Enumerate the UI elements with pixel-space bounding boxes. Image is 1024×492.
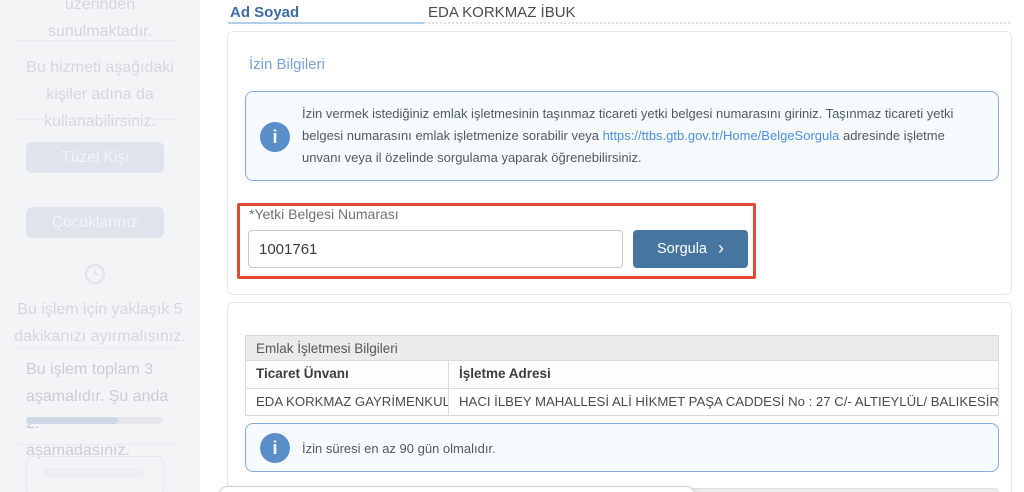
table-row: EDA KORKMAZ GAYRİMENKUL HACI İLBEY MAHAL… [246, 388, 998, 415]
table-caption: Emlak İşletmesi Bilgileri [246, 336, 998, 361]
sidebar-duration-line: Bu işlem için yaklaşık 5 [17, 301, 183, 318]
emlak-isletmesi-panel: Emlak İşletmesi Bilgileri Ticaret Ünvanı… [227, 302, 1012, 492]
sidebar-usage-note: Bu hizmeti aşağıdaki kişiler adına da ku… [8, 54, 192, 135]
yetki-belgesi-input[interactable] [248, 230, 623, 268]
chevron-right-icon: › [717, 238, 724, 258]
sidebar-steps-note: Bu işlem toplam 3 aşamalıdır. Şu anda 2.… [26, 356, 176, 464]
info-box: i İzin süresi en az 90 gün olmalıdır. [245, 423, 999, 472]
sidebar: üzerinden sunulmaktadır. Bu hizmeti aşağ… [0, 0, 200, 492]
sidebar-usage-line: kullanabilirsiniz. [43, 113, 157, 130]
field-underline [228, 22, 424, 24]
cocuklariniz-button[interactable]: Çocuklarınız [26, 207, 164, 238]
ad-soyad-label: Ad Soyad [230, 4, 300, 21]
progress-bar [26, 417, 163, 424]
table-header-ticaret-unvani: Ticaret Ünvanı [246, 361, 449, 388]
section-title: İzin Bilgileri [249, 56, 325, 73]
table-header-row: Ticaret Ünvanı İşletme Adresi [246, 361, 998, 388]
sidebar-intro-text: üzerinden sunulmaktadır. [8, 0, 192, 45]
info-box-text: İzin süresi en az 90 gün olmalıdır. [302, 441, 496, 456]
belge-sorgula-link[interactable]: https://ttbs.gtb.gov.tr/Home/BelgeSorgul… [603, 128, 840, 143]
table-cell-ticaret-unvani: EDA KORKMAZ GAYRİMENKUL [246, 389, 449, 415]
sidebar-steps-line: Bu işlem toplam 3 [26, 361, 154, 378]
emlak-isletmesi-table: Emlak İşletmesi Bilgileri Ticaret Ünvanı… [245, 335, 999, 416]
izin-bilgileri-panel: İzin Bilgileri i İzin vermek istediğiniz… [227, 31, 1012, 295]
info-icon: i [260, 433, 290, 463]
yetki-belgesi-label: *Yetki Belgesi Numarası [249, 206, 399, 222]
sidebar-duration-note: Bu işlem için yaklaşık 5 dakikanızı ayır… [8, 296, 192, 350]
sidebar-steps-line: aşamalıdır. Şu anda 2. [26, 388, 169, 432]
sidebar-divider [17, 444, 177, 445]
progress-fill [26, 417, 118, 424]
sorgula-button[interactable]: Sorgula › [633, 230, 748, 268]
info-box: i İzin vermek istediğiniz emlak işletmes… [245, 91, 999, 181]
bottom-popup-panel [218, 486, 696, 492]
sidebar-duration-line: dakikanızı ayırmalısınız. [14, 328, 186, 345]
tuzel-kisi-button[interactable]: Tüzel Kişi [26, 142, 164, 173]
info-box-text: İzin vermek istediğiniz emlak işletmesin… [302, 103, 984, 169]
sorgula-button-label: Sorgula [657, 241, 707, 257]
ad-soyad-value: EDA KORKMAZ İBUK [428, 4, 576, 21]
info-icon: i [260, 122, 290, 152]
table-cell-isletme-adresi: HACI İLBEY MAHALLESİ ALİ HİKMET PAŞA CAD… [459, 394, 998, 409]
sidebar-divider [17, 40, 177, 41]
sidebar-divider [17, 119, 177, 120]
clock-icon [84, 263, 106, 285]
sidebar-divider [17, 347, 177, 348]
field-underline-dotted [424, 22, 1010, 24]
page: üzerinden sunulmaktadır. Bu hizmeti aşağ… [0, 0, 1024, 492]
table-header-isletme-adresi: İşletme Adresi [459, 366, 551, 381]
sidebar-intro-line: üzerinden [64, 0, 136, 13]
sidebar-usage-line: Bu hizmeti aşağıdaki [26, 59, 174, 76]
sidebar-usage-line: kişiler adına da [46, 86, 154, 103]
sidebar-faded-text [44, 468, 144, 477]
